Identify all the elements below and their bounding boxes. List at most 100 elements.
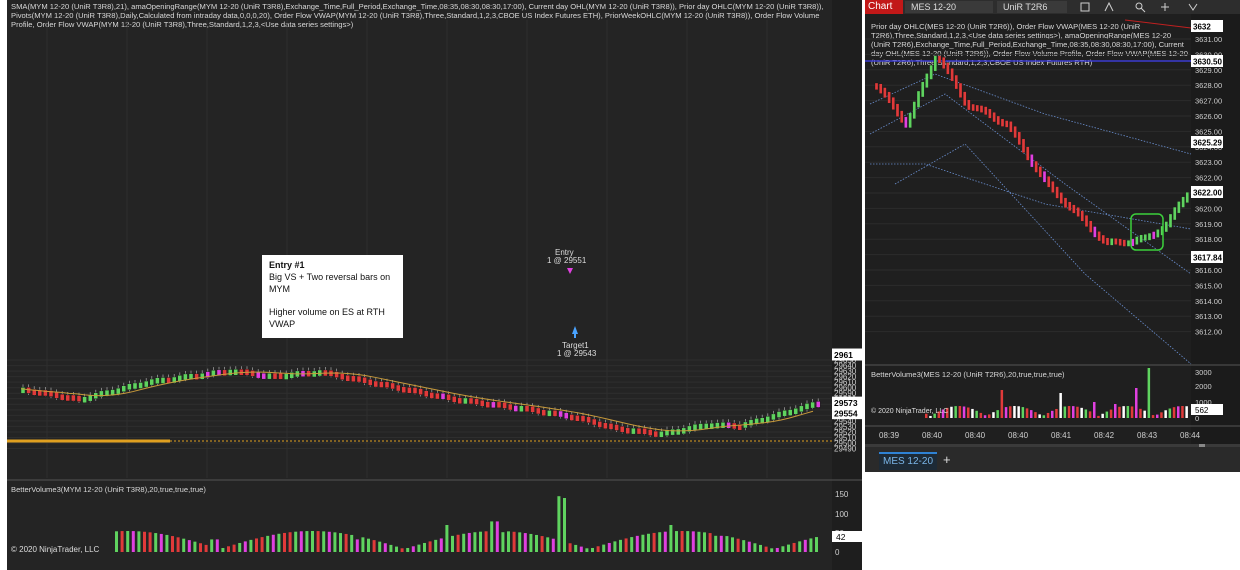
mes-candle [1051, 181, 1055, 193]
mes-candle [979, 105, 984, 113]
volume-bar [540, 536, 544, 552]
mes-volume-bar [1013, 406, 1016, 418]
mes-candle [921, 81, 925, 98]
volume-bar [714, 535, 718, 552]
mes-candle [1009, 121, 1013, 133]
mes-volume-bar [1034, 412, 1037, 418]
drawing-tool-icon[interactable] [1104, 1, 1114, 12]
target-price-label: 1 @ 29543 [557, 349, 597, 358]
candle [340, 373, 345, 380]
volume-bar [675, 531, 678, 552]
candle [71, 394, 76, 402]
volume-bar [193, 541, 197, 552]
candle [558, 410, 563, 418]
candle [429, 392, 434, 399]
candle [396, 384, 401, 392]
mes-axis-label: 3615.00 [1195, 281, 1222, 290]
candle [82, 396, 87, 403]
candle [183, 373, 188, 381]
candle [765, 416, 770, 423]
crosshair-icon[interactable] [1161, 3, 1169, 11]
candle [620, 426, 625, 433]
add-tab-button[interactable]: + [943, 453, 951, 467]
volume-bar [680, 531, 684, 552]
mes-candle [1122, 239, 1126, 247]
mes-candle [1017, 131, 1021, 146]
candle [580, 415, 586, 422]
mes-volume-tag-label: 562 [1195, 406, 1209, 415]
mes-candle [954, 74, 958, 90]
volume-bar [238, 542, 242, 552]
volume-bar [210, 539, 214, 552]
mes-axis-label: 3625.00 [1195, 127, 1222, 136]
price-tag-label: 29554 [834, 409, 858, 419]
mes-volume-bar [1063, 406, 1067, 418]
candle [513, 405, 518, 412]
time-label: 08:42 [1094, 431, 1115, 440]
mes-candle [1005, 120, 1009, 128]
candle [670, 428, 675, 436]
sma-line [20, 371, 814, 432]
entry-price-label: 1 @ 29551 [547, 256, 587, 265]
mes-volume-bar [1156, 414, 1159, 418]
mes-candle [1068, 201, 1072, 211]
volume-bar [131, 531, 135, 552]
mes-candle [908, 112, 912, 129]
volume-bar [434, 539, 438, 552]
candle [143, 380, 149, 388]
volume-bar [798, 541, 802, 552]
mes-axis-label: 3631.00 [1195, 35, 1222, 44]
mes-price-chart[interactable]: 3631.003630.003629.003628.003627.003626.… [865, 14, 1240, 461]
volume-bar [266, 535, 270, 552]
zoom-handle-icon [1140, 7, 1146, 13]
volume-bar [781, 546, 785, 552]
volume-bar [221, 548, 225, 552]
tab-mes-12-20[interactable]: MES 12-20 [879, 452, 937, 470]
mes-volume-bar [1168, 408, 1172, 418]
volume-bar [602, 544, 606, 552]
mes-volume-bar [954, 406, 957, 418]
candle [491, 401, 496, 409]
volume-bar [361, 537, 365, 552]
mes-volume-bar [1160, 412, 1163, 418]
candle [362, 377, 367, 384]
bar-type-icon[interactable] [1080, 2, 1090, 12]
mes-candle [992, 112, 996, 123]
mes-axis-label: 3614.00 [1195, 297, 1222, 306]
volume-bar [120, 531, 124, 552]
mes-candle [1021, 138, 1026, 153]
mes-candle [1118, 238, 1122, 246]
candle [536, 407, 541, 415]
volume-bar [378, 541, 382, 552]
mes-chart-window[interactable]: Chart MES 12-20 UniR T2R6 Prior day OHLC… [865, 0, 1240, 472]
chevron-down-icon[interactable] [1188, 3, 1198, 11]
mes-candle [1047, 176, 1051, 188]
volume-tag-label: 42 [836, 532, 846, 542]
vwap-band [869, 73, 1192, 155]
candle [648, 429, 653, 436]
candle [345, 375, 350, 382]
volume-bar [451, 535, 454, 552]
volume-axis-label: 0 [835, 548, 840, 557]
mes-volume-bar [1177, 406, 1180, 418]
candle [446, 394, 451, 401]
prior-high-line [1124, 19, 1192, 29]
mes-volume-bar [1004, 407, 1008, 418]
candle [642, 428, 647, 435]
volume-bar [350, 534, 354, 552]
mym-chart-pane[interactable]: SMA(MYM 12-20 (UniR T3R8),21), amaOpenin… [7, 0, 832, 570]
mes-volume-bar [1118, 406, 1121, 418]
mes-volume-bar [1038, 414, 1041, 418]
mym-price-axis[interactable]: 2965029640296302962029610296002959029580… [832, 0, 862, 570]
mes-volume-bar [1181, 406, 1184, 418]
candle [720, 422, 726, 429]
mes-volume-bar [1042, 415, 1046, 418]
candle [816, 401, 821, 408]
volume-bar [484, 531, 488, 552]
candle [547, 410, 552, 417]
mes-volume-bar [1105, 411, 1109, 418]
candle [788, 409, 793, 416]
mes-candle [984, 106, 988, 116]
candle [463, 397, 468, 405]
mes-candle [912, 101, 916, 120]
